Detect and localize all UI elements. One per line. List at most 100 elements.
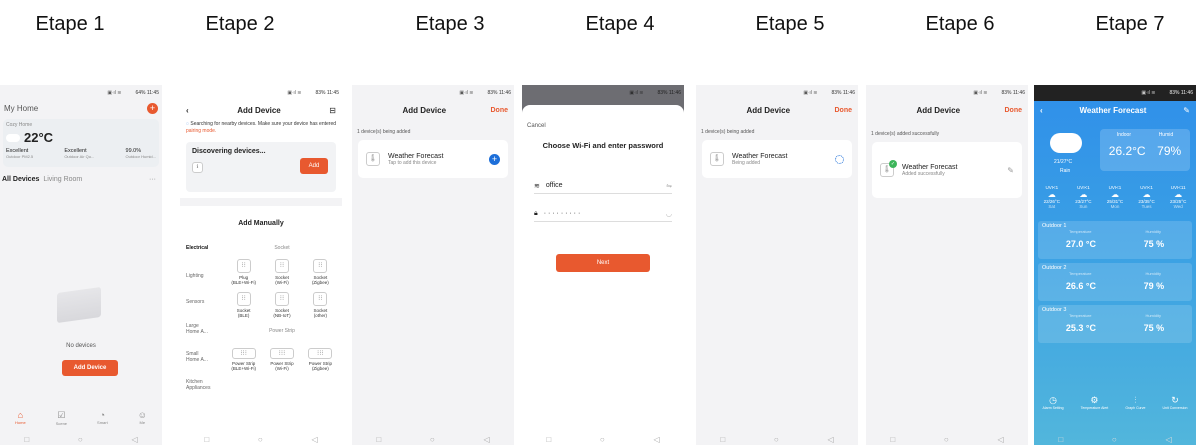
nav-home[interactable]: ⌂ Home: [15, 410, 26, 426]
humid-label: Humid: [1158, 132, 1174, 138]
status-bar: ▣ᐧıl ≋ 83% 11:46: [803, 90, 855, 96]
category-electrical[interactable]: Electrical: [186, 245, 212, 273]
outdoor-1-card: Outdoor 1 Temperature Humidity 27.0 °C 75 …: [1038, 221, 1192, 259]
more-icon[interactable]: ···: [149, 176, 156, 183]
tab-living-room[interactable]: Living Room: [43, 176, 82, 183]
category-lighting[interactable]: Lighting: [186, 273, 212, 299]
nav-scene[interactable]: ☑ Scene: [56, 410, 67, 426]
lock-icon: 🔒︎: [534, 209, 538, 217]
phone-added: ▣ᐧıl ≋ 83% 11:46 Add Device Done 1 device(…: [866, 85, 1028, 445]
alarm-setting-button[interactable]: ◷ Alarm Setting: [1043, 395, 1064, 410]
device-name: Weather Forecast: [732, 152, 788, 160]
device-strip-wifi[interactable]: ⁝⁝⁝ Power Strip (Wi-Fi): [264, 348, 299, 371]
step-title-7: Etape 7: [1095, 13, 1165, 35]
alarm-icon: ◷: [1049, 395, 1057, 405]
step-title-5: Etape 5: [755, 13, 825, 35]
power-strip-icon: ⁝⁝⁝: [269, 348, 294, 359]
back-icon[interactable]: ‹: [186, 106, 189, 115]
device-socket-other[interactable]: ⁝⁝ Socket (other): [303, 292, 338, 318]
discover-add-button[interactable]: Add: [300, 158, 328, 174]
socket-icon: ⁝⁝: [236, 259, 251, 273]
edit-icon[interactable]: ✎: [1183, 106, 1190, 115]
humidity-label: Outdoor Humid...: [125, 154, 156, 159]
socket-grid: ⁝⁝ Plug (BLE+Wi-Fi) ⁝⁝ Socket (Wi-Fi) ⁝⁝ So…: [226, 259, 338, 318]
cancel-button[interactable]: Cancel: [522, 105, 684, 129]
device-strip-ble-wifi[interactable]: ⁝⁝⁝ Power Strip (BLE+Wi-Fi): [226, 348, 261, 371]
phone-device-found: ▣ᐧıl ≋ 83% 11:46 Add Device Done 1 device(…: [352, 85, 514, 445]
password-value: · · · · · · · · ·: [543, 210, 581, 217]
device-card[interactable]: 🌡 Weather Forecast Tap to add this device…: [358, 140, 508, 178]
socket-heading: Socket: [274, 245, 290, 251]
being-added-text: 1 device(s) being added: [357, 129, 411, 135]
thermometer-icon: 🌡: [366, 152, 380, 166]
next-button[interactable]: Next: [556, 254, 650, 272]
category-large-home[interactable]: Large Home A...: [186, 323, 212, 351]
system-nav: □ ○ ◁: [180, 433, 342, 445]
empty-text: No devices: [66, 343, 96, 349]
day-forecast: UVI<1 ☁ 25/31°C Mon: [1106, 185, 1124, 209]
device-socket-zigbee[interactable]: ⁝⁝ Socket (Zigbee): [303, 259, 338, 285]
status-bar: ▣ᐧıl ≋ 64% 11:45: [107, 90, 159, 96]
pairing-mode-link[interactable]: pairing mode.: [186, 128, 216, 134]
add-device-button[interactable]: Add Device: [62, 360, 118, 376]
nav-smart[interactable]: ◔ Smart: [97, 410, 108, 426]
indoor-panel: Indoor Humid 26.2°C 79%: [1100, 129, 1190, 171]
cloud-rain-icon: [1050, 133, 1082, 153]
device-socket-nbiot[interactable]: ⁝⁝ Socket (NB-IoT): [264, 292, 299, 318]
edit-icon[interactable]: ✎: [1007, 166, 1014, 175]
wifi-password-field[interactable]: 🔒︎ · · · · · · · · · ◡: [534, 206, 672, 222]
graph-curve-button[interactable]: ⫶ Graph Curve: [1125, 395, 1145, 410]
unit-conversion-button[interactable]: ↻ Unit Conversion: [1163, 395, 1188, 410]
category-kitchen[interactable]: Kitchen Appliances: [186, 379, 212, 391]
home-icon: ⌂: [17, 410, 24, 420]
add-circle-icon[interactable]: +: [489, 153, 500, 165]
category-sensors[interactable]: Sensors: [186, 299, 212, 323]
device-plug-ble-wifi[interactable]: ⁝⁝ Plug (BLE+Wi-Fi): [226, 259, 261, 285]
step-title-3: Etape 3: [415, 13, 485, 35]
temperature-alert-button[interactable]: ⚙ Temperature Alert: [1081, 395, 1109, 410]
device-card: 🌡 Weather Forecast Being added: [702, 140, 852, 178]
day-forecast: UVI<1 ☁ 22/26°C Sat: [1043, 185, 1060, 209]
cloud-icon: ☁: [1047, 190, 1056, 199]
weather-card: Cozy Home 22°C Excellent Outdoor PM2.5 Ex…: [3, 119, 159, 167]
phone-wifi: ▣ᐧıl ≋ 83% 11:46 Cancel Choose Wi-Fi and …: [522, 85, 684, 445]
device-socket-ble[interactable]: ⁝⁝ Socket (BLE): [226, 292, 261, 318]
nav-me[interactable]: ☺ Me: [138, 410, 147, 426]
being-added-text: 1 device(s) being added: [701, 129, 755, 135]
phone-home: ▣ᐧıl ≋ 64% 11:45 My Home + Cozy Home 22°C…: [0, 85, 162, 445]
me-icon: ☺: [137, 410, 147, 420]
step-title-6: Etape 6: [925, 13, 995, 35]
tab-all-devices[interactable]: All Devices: [2, 176, 39, 183]
wifi-sheet: Cancel Choose Wi-Fi and enter password ≋…: [522, 105, 684, 445]
day-forecast: UVI<11 ☁ 23/25°C Wed: [1170, 185, 1187, 209]
wifi-icon: ≋: [534, 182, 540, 190]
home-selector[interactable]: My Home: [4, 104, 38, 113]
socket-icon: ⁝⁝: [274, 292, 289, 306]
eye-icon[interactable]: ◡: [666, 210, 672, 218]
temperature: 22°C: [24, 130, 54, 145]
device-card[interactable]: 🌡 ✓ Weather Forecast Added successfully ✎: [872, 142, 1022, 198]
home-name: Cozy Home: [6, 122, 33, 128]
power-strip-icon: ⁝⁝⁝: [308, 348, 333, 359]
scan-icon[interactable]: ⊟: [329, 106, 336, 115]
system-nav: □ ○ ◁: [24, 434, 138, 444]
device-strip-zigbee[interactable]: ⁝⁝⁝ Power Strip (Zigbee): [303, 348, 338, 371]
done-button[interactable]: Done: [834, 107, 852, 114]
check-icon: ✓: [889, 160, 897, 168]
back-icon[interactable]: ‹: [1040, 106, 1043, 115]
page-title: Add Device: [237, 105, 281, 115]
outdoor-2-card: Outdoor 2 Temperature Humidity 26.6 °C 79 …: [1038, 263, 1192, 301]
switch-network-icon[interactable]: ⇋: [666, 182, 672, 190]
category-small-home[interactable]: Small Home A...: [186, 351, 212, 379]
device-placeholder-icon: ℹ: [192, 162, 203, 173]
page-title: Add Device: [746, 105, 791, 115]
ssid-value: office: [545, 182, 563, 189]
power-strip-icon: ⁝⁝⁝: [231, 348, 256, 359]
system-nav: □ ○ ◁: [376, 434, 490, 444]
added-success-text: 1 device(s) added successfully: [871, 131, 940, 137]
done-button[interactable]: Done: [490, 107, 508, 114]
device-socket-wifi[interactable]: ⁝⁝ Socket (Wi-Fi): [264, 259, 299, 285]
wifi-ssid-field[interactable]: ≋ office ⇋: [534, 178, 672, 194]
done-button[interactable]: Done: [1004, 107, 1022, 114]
add-icon[interactable]: +: [147, 103, 158, 114]
